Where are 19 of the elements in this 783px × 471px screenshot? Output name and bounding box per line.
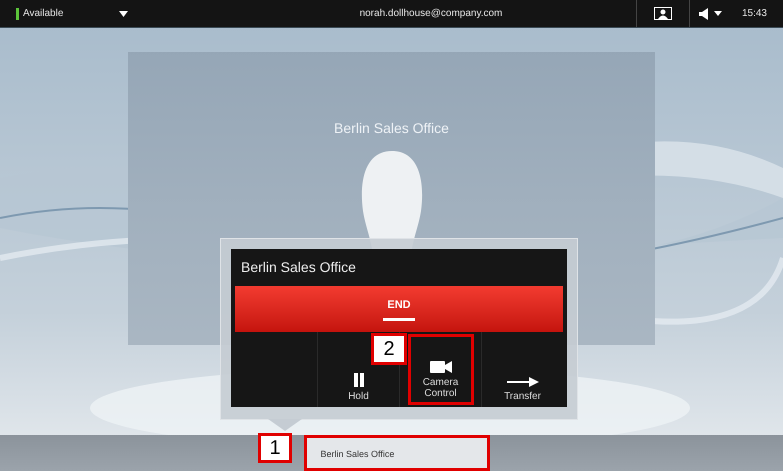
callout-number: 1 xyxy=(258,433,292,463)
presence-indicator-icon xyxy=(16,8,19,20)
clock-time: 15:43 xyxy=(742,7,767,21)
end-call-button[interactable]: END xyxy=(235,286,563,332)
pause-icon xyxy=(352,373,364,387)
camera-button[interactable]: Camera Control xyxy=(408,334,474,405)
caret-icon[interactable] xyxy=(714,11,722,16)
callout-number: 2 xyxy=(371,333,407,365)
call-tab[interactable]: Berlin Sales Office xyxy=(304,435,490,471)
presence-status[interactable]: Available xyxy=(23,6,64,21)
transfer-button[interactable]: Transfer xyxy=(490,334,556,405)
video-camera-icon xyxy=(430,361,452,373)
selfview-icon[interactable] xyxy=(654,7,672,20)
caret-icon[interactable] xyxy=(119,10,128,16)
arrow-right-icon xyxy=(506,377,538,387)
user-address: norah.dollhouse@company.com xyxy=(358,7,504,21)
speaker-icon[interactable] xyxy=(699,8,708,20)
call-menu-title: Berlin Sales Office xyxy=(240,258,357,277)
caller-name: Berlin Sales Office xyxy=(334,119,449,138)
